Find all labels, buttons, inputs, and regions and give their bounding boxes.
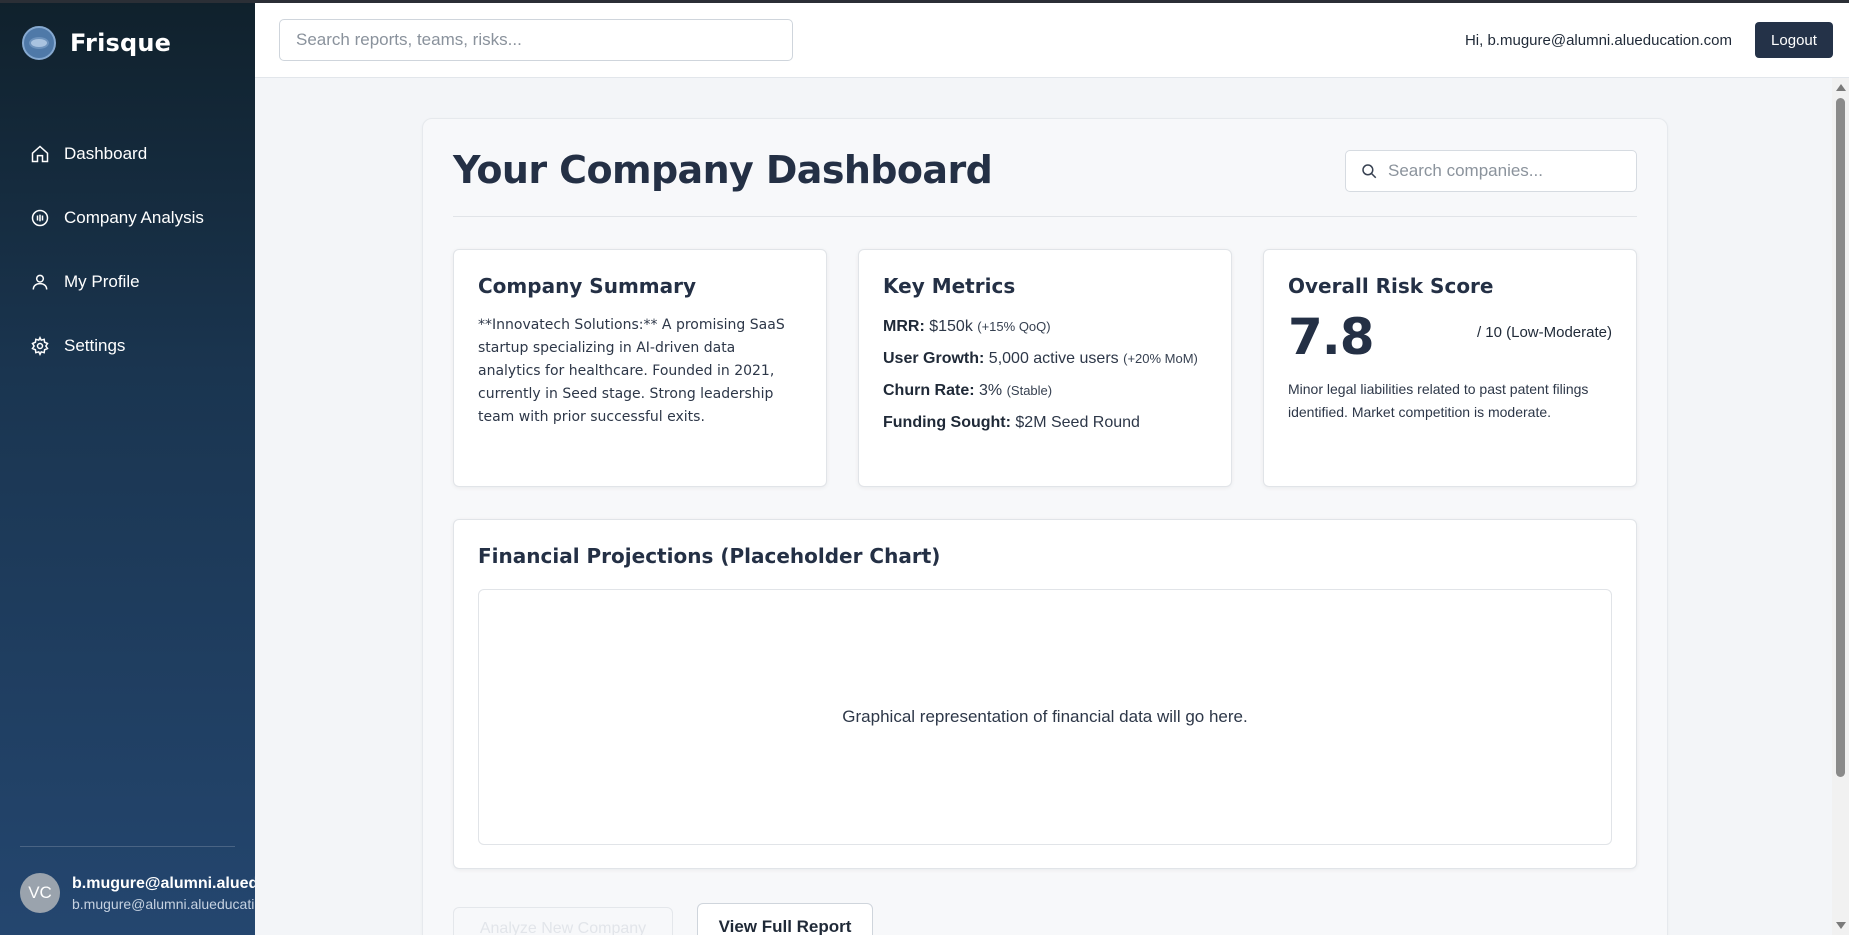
metric-note: (+20% MoM) xyxy=(1123,351,1198,366)
sidebar-item-company-analysis[interactable]: Company Analysis xyxy=(0,186,255,250)
metric-mrr: MRR: $150k (+15% QoQ) xyxy=(883,316,1207,338)
analyze-new-company-button[interactable]: Analyze New Company xyxy=(453,907,673,935)
metric-note: (+15% QoQ) xyxy=(977,319,1051,334)
metric-churn-rate: Churn Rate: 3% (Stable) xyxy=(883,380,1207,402)
key-metrics-card: Key Metrics MRR: $150k (+15% QoQ) User G… xyxy=(858,249,1232,487)
sidebar-user-block[interactable]: VC b.mugure@alumni.alueducation.com b.mu… xyxy=(20,873,255,913)
global-search-input[interactable] xyxy=(279,19,793,61)
metric-funding-sought: Funding Sought: $2M Seed Round xyxy=(883,412,1207,434)
risk-score-card: Overall Risk Score 7.8 / 10 (Low-Moderat… xyxy=(1263,249,1637,487)
card-title: Overall Risk Score xyxy=(1288,274,1494,298)
metric-label: Churn Rate: xyxy=(883,382,975,399)
company-search[interactable] xyxy=(1345,150,1637,192)
sidebar: Frisque Dashboard Company Analysis My Pr… xyxy=(0,0,255,935)
sidebar-item-my-profile[interactable]: My Profile xyxy=(0,250,255,314)
avatar: VC xyxy=(20,873,60,913)
metric-label: MRR: xyxy=(883,318,925,335)
sidebar-item-label: Dashboard xyxy=(64,144,148,163)
page-scrollbar[interactable] xyxy=(1832,78,1849,935)
home-icon xyxy=(31,145,49,163)
metric-note: (Stable) xyxy=(1006,383,1053,398)
metric-value: 5,000 active users xyxy=(988,350,1119,367)
user-email: b.mugure@alumni.alueducation.com xyxy=(72,895,255,912)
page-title: Your Company Dashboard xyxy=(453,148,993,192)
sidebar-divider xyxy=(20,846,235,847)
risk-score-scale: / 10 (Low-Moderate) xyxy=(1476,324,1612,341)
financial-projections-card: Financial Projections (Placeholder Chart… xyxy=(453,519,1637,869)
sidebar-nav: Dashboard Company Analysis My Profile Se… xyxy=(0,122,255,378)
analysis-icon xyxy=(31,209,49,227)
scroll-thumb[interactable] xyxy=(1836,98,1845,777)
gear-icon xyxy=(31,336,49,356)
chart-placeholder-text: Graphical representation of financial da… xyxy=(842,707,1248,726)
metric-label: User Growth: xyxy=(883,350,985,367)
card-title: Financial Projections (Placeholder Chart… xyxy=(478,544,941,568)
user-greeting: Hi, b.mugure@alumni.alueducation.com xyxy=(1464,32,1732,49)
risk-score-row: 7.8 / 10 (Low-Moderate) xyxy=(1288,308,1612,366)
company-search-input[interactable] xyxy=(1388,161,1628,181)
search-icon xyxy=(1362,164,1377,179)
scroll-up-arrow-icon[interactable] xyxy=(1836,84,1846,91)
user-icon xyxy=(32,274,48,290)
window-top-border xyxy=(0,0,1849,3)
risk-score-value: 7.8 xyxy=(1288,308,1375,366)
risk-note: Minor legal liabilities related to past … xyxy=(1288,381,1589,420)
metric-value: $2M Seed Round xyxy=(1015,414,1140,431)
user-info: b.mugure@alumni.alueducation.com b.mugur… xyxy=(72,875,255,912)
sidebar-item-dashboard[interactable]: Dashboard xyxy=(0,122,255,186)
metric-value: $150k xyxy=(929,318,973,335)
chart-placeholder-area: Graphical representation of financial da… xyxy=(478,589,1612,845)
brand-name: Frisque xyxy=(70,29,172,57)
card-title: Key Metrics xyxy=(883,274,1016,298)
company-summary-text: **Innovatech Solutions:** A promising Sa… xyxy=(478,317,785,425)
brand[interactable]: Frisque xyxy=(22,26,171,60)
view-full-report-button[interactable]: View Full Report xyxy=(697,903,873,935)
brand-logo-icon xyxy=(22,26,56,60)
dashboard-panel: Your Company Dashboard Company Summary *… xyxy=(422,118,1668,935)
sidebar-item-label: Company Analysis xyxy=(64,208,204,227)
scroll-down-arrow-icon[interactable] xyxy=(1836,922,1846,929)
sidebar-item-label: Settings xyxy=(64,336,126,355)
company-summary-card: Company Summary **Innovatech Solutions:*… xyxy=(453,249,827,487)
metric-user-growth: User Growth: 5,000 active users (+20% Mo… xyxy=(883,348,1207,370)
metric-value: 3% xyxy=(979,382,1003,399)
sidebar-item-label: My Profile xyxy=(64,272,140,291)
card-title: Company Summary xyxy=(478,274,697,298)
sidebar-item-settings[interactable]: Settings xyxy=(0,314,255,378)
logout-button[interactable]: Logout xyxy=(1755,22,1833,58)
top-bar: Hi, b.mugure@alumni.alueducation.com Log… xyxy=(255,3,1849,78)
metric-label: Funding Sought: xyxy=(883,414,1011,431)
title-divider xyxy=(453,216,1637,217)
user-name: b.mugure@alumni.alueducation.com xyxy=(72,874,255,892)
